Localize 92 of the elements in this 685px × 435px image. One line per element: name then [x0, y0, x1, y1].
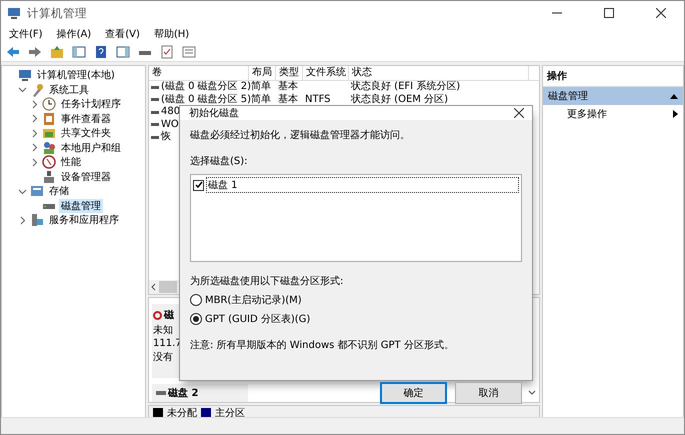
cancel-button[interactable]: 取消	[455, 382, 522, 404]
computer-icon	[7, 6, 21, 20]
chevron-down-icon[interactable]	[18, 186, 27, 196]
column-header[interactable]: 卷	[149, 66, 249, 80]
table-cell: 简单	[251, 81, 271, 94]
services-icon	[30, 213, 44, 228]
table-cell: 简单	[251, 94, 271, 106]
folder-up-icon[interactable]	[50, 44, 64, 58]
radio-button[interactable]	[190, 313, 202, 325]
table-cell: 状态良好 (OEM 分区)	[351, 94, 448, 106]
radio-label[interactable]: MBR(主启动记录)(M)	[205, 293, 302, 307]
close-icon[interactable]	[656, 8, 666, 18]
volume-icon	[151, 110, 159, 114]
menu-item[interactable]: 帮助(H)	[154, 26, 190, 40]
window-title: 计算机管理	[27, 6, 88, 20]
volume-icon	[151, 86, 159, 89]
list-item[interactable]: 磁盘 1	[206, 177, 519, 193]
volume-icon	[151, 123, 159, 126]
tree-item[interactable]: 设备管理器	[59, 170, 113, 184]
device-icon	[42, 170, 56, 184]
column-header[interactable]: 类型	[276, 66, 303, 80]
radio-label[interactable]: GPT (GUID 分区表)(G)	[205, 312, 310, 326]
computer-icon	[18, 68, 32, 82]
submenu-triangle-icon	[673, 110, 678, 118]
ok-button[interactable]: 确定	[380, 382, 447, 404]
note-text: 注意: 所有早期版本的 Windows 都不识别 GPT 分区形式。	[190, 338, 454, 352]
table-cell: 480	[161, 106, 180, 118]
legend-label: 主分区	[215, 406, 245, 420]
chevron-down-icon[interactable]	[528, 390, 536, 396]
users-icon	[42, 140, 56, 155]
folder-icon	[42, 126, 56, 140]
table-cell: 基本	[278, 81, 298, 94]
dialog-message: 磁盘必须经过初始化，逻辑磁盘管理器才能访问。	[190, 128, 410, 142]
tree-item[interactable]: 任务计划程序	[59, 97, 123, 112]
chevron-right-icon[interactable]	[30, 100, 39, 109]
console-tree-icon[interactable]	[72, 44, 86, 58]
checklist-icon[interactable]	[160, 44, 174, 58]
action-item[interactable]: 更多操作	[543, 105, 683, 123]
menu-item[interactable]: 操作(A)	[56, 26, 92, 40]
table-cell: (磁盘 0 磁盘分区 2)	[161, 81, 252, 94]
scrollbar-thumb[interactable]	[159, 281, 177, 293]
dialog-title: 初始化磁盘	[189, 106, 239, 120]
tree-item[interactable]: 系统工具	[47, 82, 91, 97]
disk-info: 未知	[153, 324, 174, 337]
storage-icon	[30, 184, 44, 198]
table-cell: NTFS	[305, 94, 331, 106]
tree-item[interactable]: 存储	[47, 184, 71, 198]
column-header[interactable]: 布局	[249, 66, 276, 80]
clock-icon	[42, 97, 56, 112]
maximize-icon[interactable]	[604, 8, 614, 18]
chevron-right-icon[interactable]	[30, 158, 39, 167]
tree-item[interactable]: 磁盘管理	[59, 198, 103, 213]
chevron-right-icon[interactable]	[30, 128, 39, 138]
disk-name: 磁	[164, 308, 174, 322]
volume-icon	[151, 136, 159, 139]
help-icon[interactable]	[94, 44, 108, 58]
disk-info: 没有	[153, 351, 174, 364]
tree-item[interactable]: 性能	[59, 155, 83, 170]
tree-item[interactable]: 计算机管理(本地)	[35, 68, 117, 82]
collapse-triangle-icon[interactable]	[670, 93, 678, 99]
chevron-right-icon[interactable]	[30, 143, 39, 152]
back-arrow-icon[interactable]	[6, 44, 20, 58]
forward-arrow-icon[interactable]	[28, 44, 42, 58]
chevron-right-icon[interactable]	[18, 216, 27, 225]
menu-item[interactable]: 查看(V)	[105, 26, 140, 40]
properties-icon[interactable]	[182, 44, 196, 58]
tree-item[interactable]: 共享文件夹	[59, 126, 113, 140]
table-cell: 恢	[161, 131, 171, 144]
action-pane-icon[interactable]	[116, 44, 130, 58]
legend-label: 未分配	[167, 406, 197, 420]
error-icon	[153, 310, 162, 320]
column-header[interactable]: 状态	[349, 66, 529, 80]
column-header[interactable]: 文件系统	[303, 66, 349, 80]
table-cell: 状态良好 (EFI 系统分区)	[351, 81, 460, 94]
disk-list[interactable]: 磁盘 1	[190, 174, 522, 262]
table-cell-text: WO	[161, 118, 179, 130]
table-cell: 基本	[278, 94, 298, 106]
field-label: 为所选磁盘使用以下磁盘分区形式:	[190, 274, 344, 288]
tree-item[interactable]: 事件查看器	[59, 112, 113, 126]
disk-name: 磁盘 2	[168, 386, 198, 400]
chevron-down-icon[interactable]	[18, 85, 27, 94]
chevron-right-icon[interactable]	[30, 114, 39, 124]
tree-item[interactable]: 服务和应用程序	[47, 213, 121, 228]
close-icon[interactable]	[514, 108, 524, 118]
table-cell: (磁盘 0 磁盘分区 5)	[161, 94, 252, 106]
volume-icon	[151, 98, 159, 102]
checkbox[interactable]	[193, 180, 204, 190]
menu-item[interactable]: 文件(F)	[9, 26, 43, 40]
action-item[interactable]: 磁盘管理	[543, 87, 683, 105]
field-label: 选择磁盘(S):	[190, 154, 248, 168]
radio-button[interactable]	[190, 294, 202, 306]
tree-item[interactable]: 本地用户和组	[59, 140, 123, 155]
